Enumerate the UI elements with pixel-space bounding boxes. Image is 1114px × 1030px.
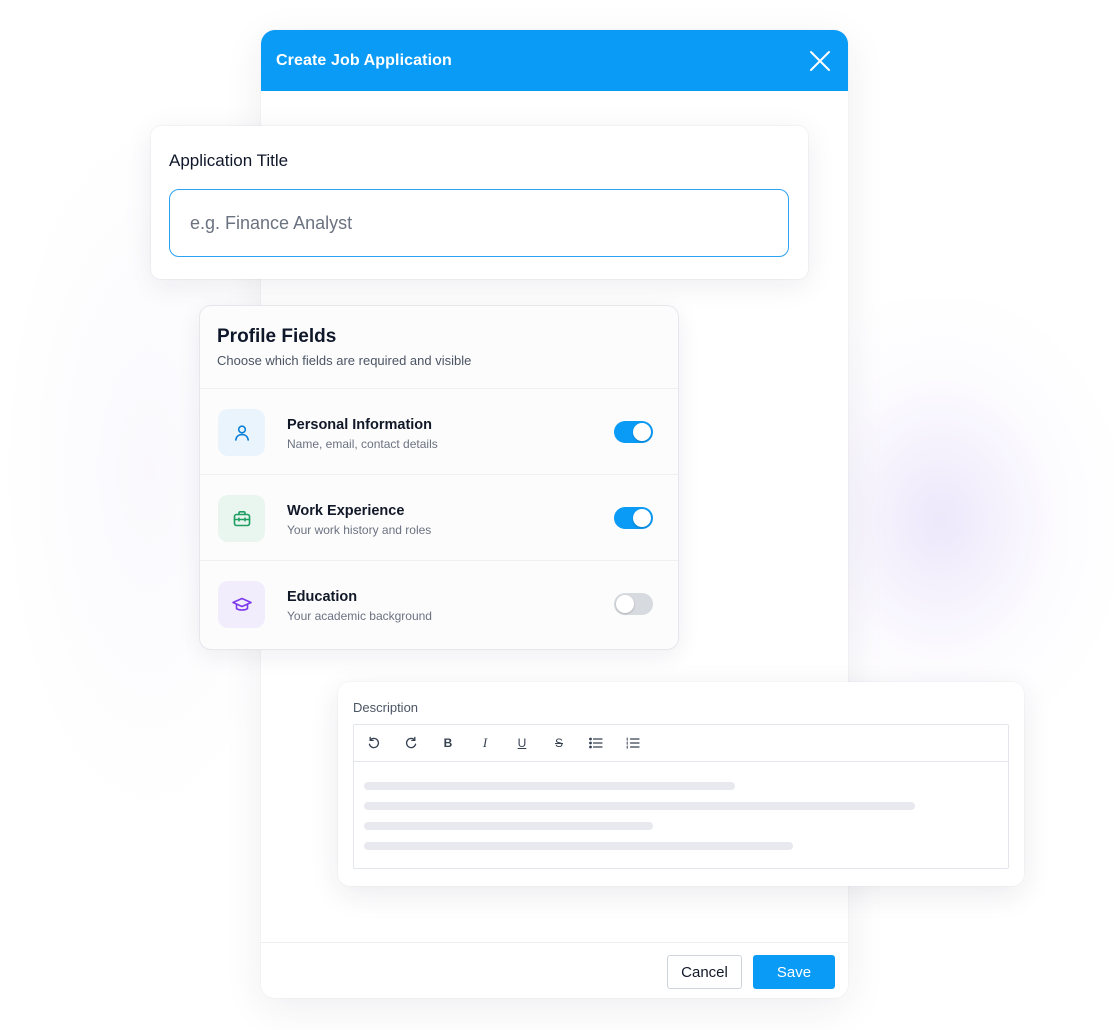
save-button[interactable]: Save	[753, 955, 835, 989]
bold-icon[interactable]: B	[436, 731, 460, 755]
description-card: Description B I U S	[338, 682, 1024, 886]
row-subtitle: Your academic background	[287, 609, 432, 623]
underline-icon[interactable]: U	[510, 731, 534, 755]
profile-fields-card: Profile Fields Choose which fields are r…	[199, 305, 679, 650]
row-title: Work Experience	[287, 503, 405, 519]
text-placeholder-line	[364, 802, 915, 810]
briefcase-icon	[218, 495, 265, 542]
profile-fields-title: Profile Fields	[217, 326, 337, 347]
row-subtitle: Your work history and roles	[287, 523, 432, 537]
row-subtitle: Name, email, contact details	[287, 437, 438, 451]
close-icon[interactable]	[808, 49, 832, 73]
user-icon	[218, 409, 265, 456]
application-title-card: Application Title	[151, 126, 808, 279]
row-title: Personal Information	[287, 417, 433, 433]
text-placeholder-line	[364, 842, 793, 850]
row-title: Education	[287, 589, 358, 605]
application-title-input[interactable]	[169, 189, 789, 257]
italic-icon[interactable]: I	[473, 731, 497, 755]
editor-toolbar: B I U S	[354, 725, 1008, 762]
modal-footer: Cancel Save	[261, 942, 848, 998]
text-placeholder-line	[364, 782, 735, 790]
education-toggle[interactable]	[614, 593, 653, 615]
cancel-button[interactable]: Cancel	[667, 955, 742, 989]
bullet-list-icon[interactable]	[584, 731, 608, 755]
profile-field-row-work-experience: Work Experience Your work history and ro…	[200, 474, 678, 561]
graduation-cap-icon	[218, 581, 265, 628]
numbered-list-icon[interactable]	[621, 731, 645, 755]
modal-header: Create Job Application	[261, 30, 848, 91]
application-title-label: Application Title	[169, 151, 289, 170]
profile-field-row-education: Education Your academic background	[200, 560, 678, 647]
profile-field-row-personal-information: Personal Information Name, email, contac…	[200, 388, 678, 475]
text-placeholder-line	[364, 822, 653, 830]
modal-title: Create Job Application	[276, 52, 452, 69]
profile-fields-subtitle: Choose which fields are required and vis…	[217, 353, 472, 368]
rich-text-editor: B I U S	[353, 724, 1009, 869]
undo-icon[interactable]	[362, 731, 386, 755]
redo-icon[interactable]	[399, 731, 423, 755]
work-experience-toggle[interactable]	[614, 507, 653, 529]
strikethrough-icon[interactable]: S	[547, 731, 571, 755]
description-label: Description	[353, 700, 419, 715]
personal-information-toggle[interactable]	[614, 421, 653, 443]
